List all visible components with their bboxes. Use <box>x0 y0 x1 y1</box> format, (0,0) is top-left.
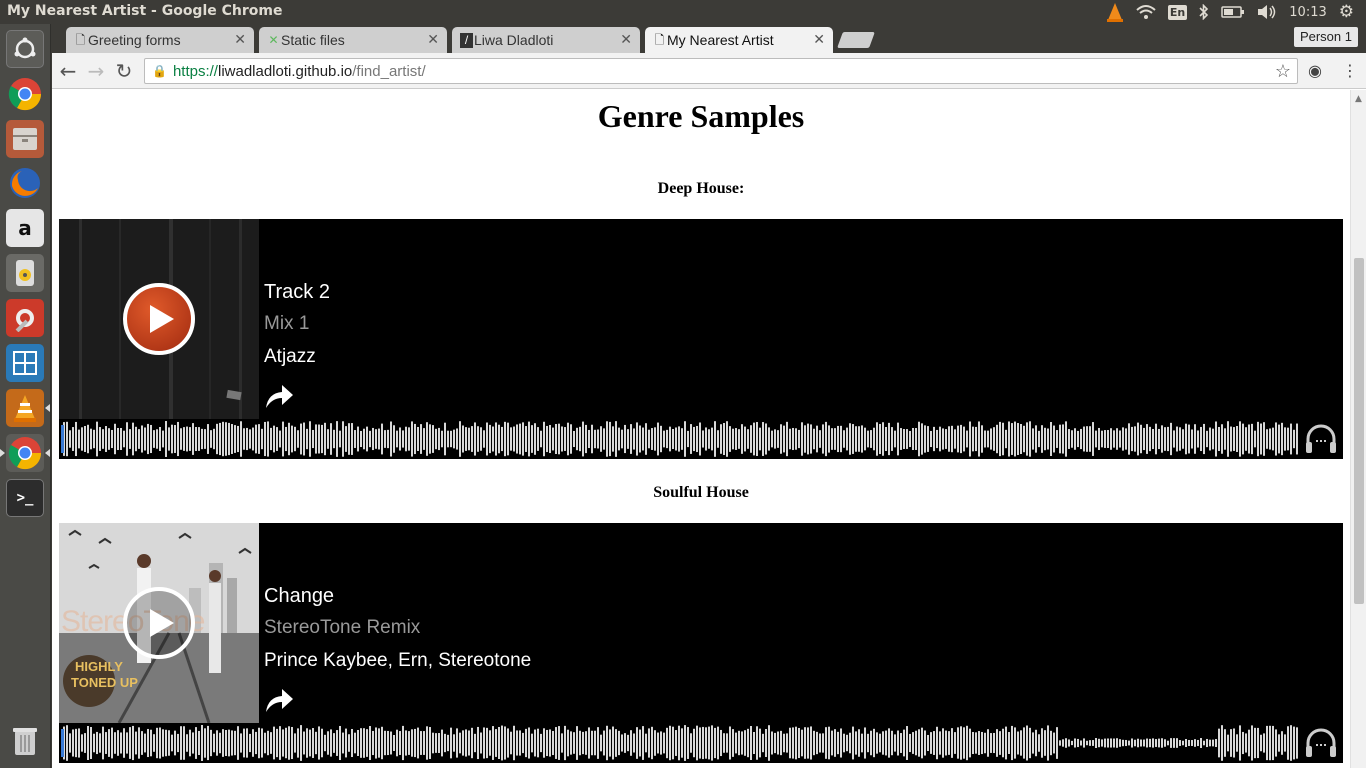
track-title: Change <box>264 585 335 607</box>
track-artist: Prince Kaybee, Ern, Stereotone <box>264 650 532 671</box>
page-title: Genre Samples <box>597 98 805 134</box>
unity-launcher: a >_ <box>0 24 51 768</box>
headphones-icon[interactable] <box>1303 421 1339 457</box>
genre-label-soulful-house: Soulful House <box>653 484 749 501</box>
forward-arrow-icon[interactable]: → <box>84 59 108 83</box>
play-button[interactable] <box>123 587 195 659</box>
waveform[interactable] <box>63 421 1299 457</box>
scrollbar-thumb[interactable] <box>1354 258 1364 604</box>
browser-window: 🗋 Greeting forms ✕ ✕ Static files ✕ / Li… <box>52 24 1366 768</box>
tab-strip: 🗋 Greeting forms ✕ ✕ Static files ✕ / Li… <box>52 24 1366 53</box>
track-mix: Mix 1 <box>264 313 310 334</box>
share-icon[interactable] <box>264 685 294 715</box>
tab-label: Static files <box>281 32 345 48</box>
close-icon[interactable]: ✕ <box>620 31 632 48</box>
system-top-panel: My Nearest Artist - Google Chrome En 10:… <box>0 0 1366 24</box>
django-icon: ✕ <box>268 33 279 47</box>
tab-label: My Nearest Artist <box>667 32 774 48</box>
track-title: Track 2 <box>264 281 330 303</box>
audio-player-deep-house: Track 2 Mix 1 Atjazz <box>59 219 1343 459</box>
address-bar[interactable]: 🔒 https://liwadladloti.github.io/find_ar… <box>144 58 1298 84</box>
artwork-album-line2: TONED UP <box>71 675 138 690</box>
album-artwork: StereoTone HIGHLY TONED UP <box>59 523 259 723</box>
amazon-icon[interactable]: a <box>6 209 44 247</box>
extension-icon[interactable]: ◉ <box>1308 61 1322 80</box>
vlc-tray-icon[interactable] <box>1106 0 1124 24</box>
url-path: /find_artist/ <box>352 62 426 80</box>
page-icon: 🗋 <box>654 33 665 47</box>
tab-liwa-dladloti[interactable]: / Liwa Dladloti ✕ <box>452 27 640 53</box>
system-tray: En 10:13 ⚙ <box>1106 0 1366 24</box>
lock-icon: 🔒 <box>152 64 167 78</box>
workspace-switcher-icon[interactable] <box>6 344 44 382</box>
audio-player-soulful-house: StereoTone HIGHLY TONED UP Change Stereo… <box>59 523 1343 763</box>
close-icon[interactable]: ✕ <box>813 31 825 48</box>
page-icon: 🗋 <box>75 33 86 47</box>
rhythmbox-icon[interactable] <box>6 254 44 292</box>
vlc-icon[interactable] <box>6 389 50 427</box>
tab-label: Greeting forms <box>88 32 181 48</box>
wifi-icon[interactable] <box>1136 0 1156 24</box>
close-icon[interactable]: ✕ <box>427 31 439 48</box>
keyboard-layout-indicator[interactable]: En <box>1167 0 1188 24</box>
tab-label: Liwa Dladloti <box>474 32 554 48</box>
playhead[interactable] <box>61 425 64 453</box>
track-mix: StereoTone Remix <box>264 617 421 638</box>
bookmark-star-icon[interactable]: ☆ <box>1275 61 1291 82</box>
dash-icon[interactable] <box>6 30 44 68</box>
page-viewport: Genre Samples Deep House: Track 2 Mix 1 … <box>52 90 1350 768</box>
new-tab-button[interactable] <box>837 32 875 48</box>
share-icon[interactable] <box>264 381 294 411</box>
play-button[interactable] <box>123 283 195 355</box>
tab-my-nearest-artist[interactable]: 🗋 My Nearest Artist ✕ <box>645 27 833 53</box>
playhead[interactable] <box>61 729 64 757</box>
back-arrow-icon[interactable]: ← <box>56 59 80 83</box>
waveform[interactable] <box>63 725 1299 761</box>
waveform-bar <box>59 723 1343 763</box>
url-host: liwadladloti.github.io <box>217 62 353 80</box>
terminal-icon[interactable]: >_ <box>6 479 44 517</box>
chrome-icon[interactable] <box>6 75 44 113</box>
chrome-active-icon[interactable] <box>0 434 50 472</box>
battery-icon[interactable] <box>1221 0 1245 24</box>
settings-icon[interactable] <box>6 299 44 337</box>
album-artwork <box>59 219 259 419</box>
system-gear-icon[interactable]: ⚙ <box>1339 0 1354 24</box>
headphones-icon[interactable] <box>1303 725 1339 761</box>
reload-icon[interactable]: ↻ <box>112 59 136 83</box>
artwork-album-line1: HIGHLY <box>75 659 123 674</box>
url-scheme: https:// <box>172 62 218 80</box>
waveform-bar <box>59 419 1343 459</box>
browser-toolbar: ← → ↻ 🔒 https://liwadladloti.github.io/f… <box>52 53 1366 89</box>
genre-label-deep-house: Deep House: <box>657 180 745 197</box>
firefox-icon[interactable] <box>6 164 44 202</box>
tab-static-files[interactable]: ✕ Static files ✕ <box>259 27 447 53</box>
clock[interactable]: 10:13 <box>1289 0 1326 24</box>
scroll-up-icon[interactable]: ▲ <box>1355 94 1362 104</box>
profile-button[interactable]: Person 1 <box>1293 27 1358 47</box>
tab-greeting-forms[interactable]: 🗋 Greeting forms ✕ <box>66 27 254 53</box>
bluetooth-icon[interactable] <box>1199 0 1209 24</box>
volume-icon[interactable] <box>1257 0 1277 24</box>
page-scrollbar[interactable]: ▲ <box>1350 90 1366 768</box>
window-title: My Nearest Artist - Google Chrome <box>7 3 283 19</box>
site-icon: / <box>460 33 473 48</box>
close-icon[interactable]: ✕ <box>234 31 246 48</box>
menu-kebab-icon[interactable]: ⋮ <box>1342 61 1358 80</box>
track-artist: Atjazz <box>264 346 316 367</box>
trash-icon[interactable] <box>6 722 44 760</box>
files-icon[interactable] <box>6 120 44 158</box>
